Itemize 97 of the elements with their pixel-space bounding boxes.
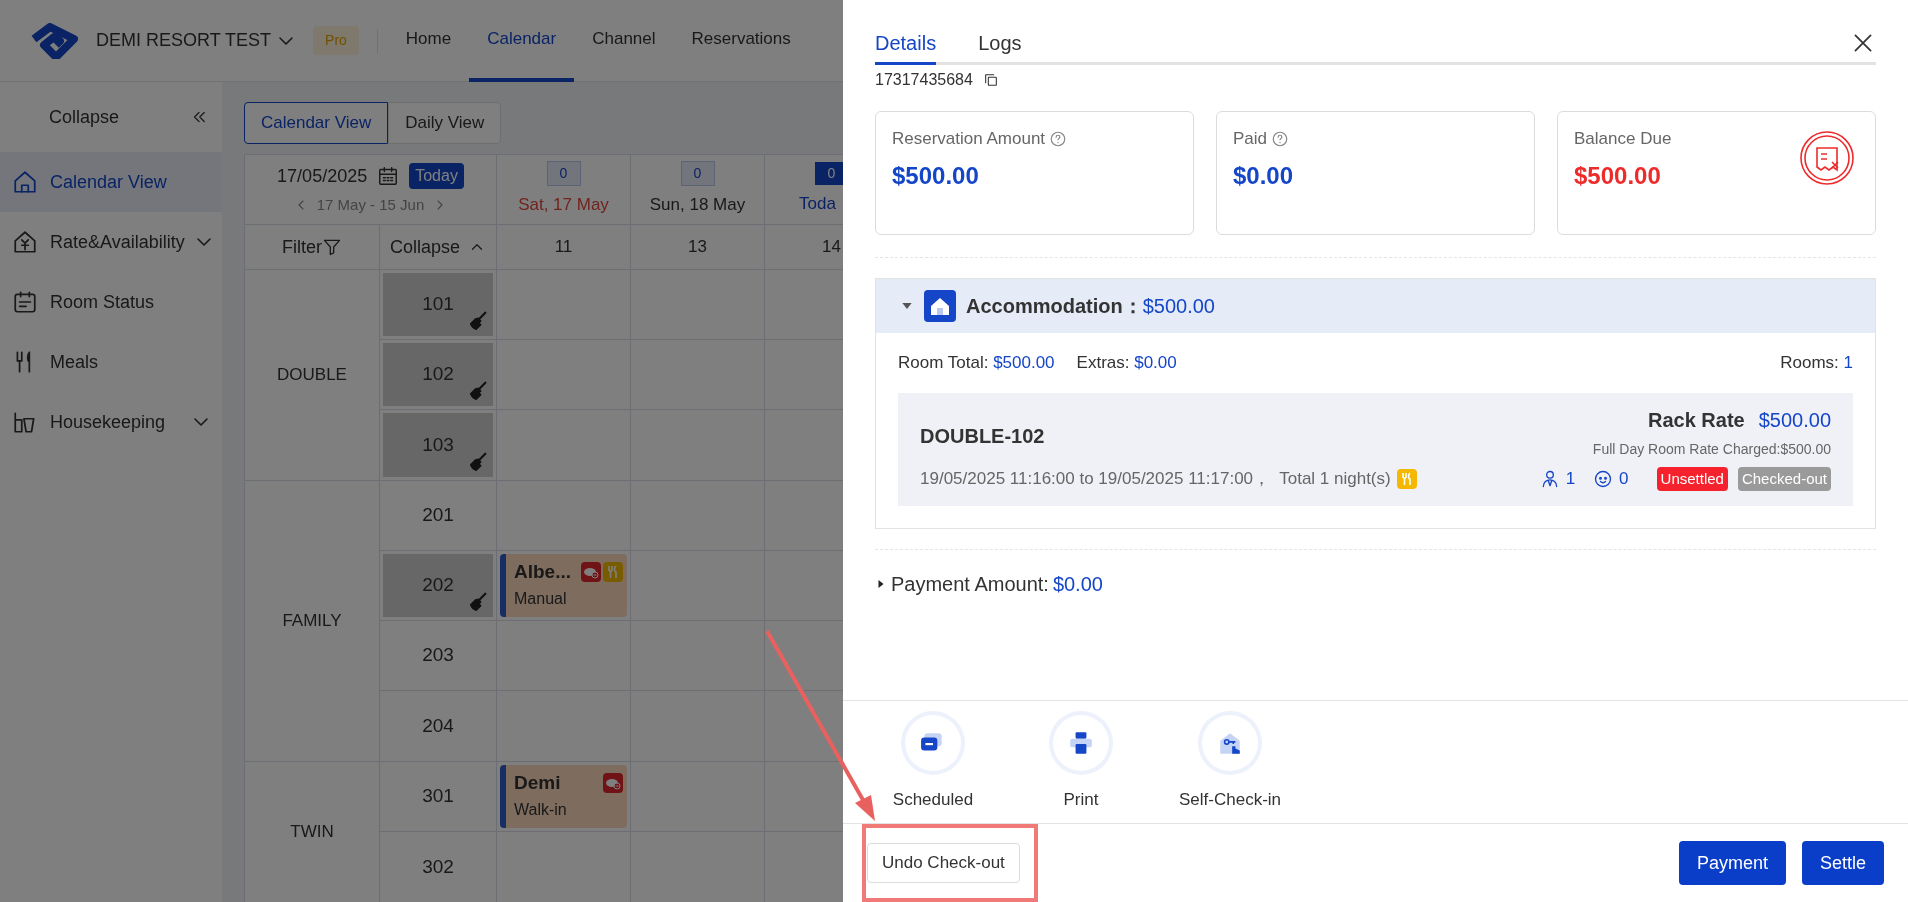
status-tag: Unsettled bbox=[1656, 466, 1728, 491]
room-name: DOUBLE-102 bbox=[920, 424, 1045, 449]
meal-icon bbox=[1396, 468, 1417, 489]
date-text: 17/05/2025 bbox=[277, 164, 368, 188]
home-icon bbox=[12, 169, 38, 195]
unpaid-icon bbox=[603, 773, 623, 794]
sidebar-item[interactable]: Room Status bbox=[0, 272, 222, 332]
booking-source: Manual bbox=[514, 588, 568, 609]
hotel-selector[interactable]: DEMI RESORT TEST bbox=[96, 27, 294, 54]
availability-count: 13 bbox=[688, 236, 707, 259]
day-label: Toda bbox=[799, 193, 836, 216]
payment-amount-toggle[interactable]: Payment Amount: $0.00 bbox=[875, 569, 1103, 599]
card-amount: $0.00 bbox=[1233, 160, 1294, 191]
view-tab[interactable]: Calendar View bbox=[244, 102, 389, 144]
plan-badge: Pro bbox=[313, 26, 359, 55]
help-icon[interactable] bbox=[1271, 129, 1290, 148]
room-type: DOUBLE bbox=[277, 364, 347, 387]
copy-icon[interactable] bbox=[982, 72, 999, 88]
day-label: Sun, 18 May bbox=[649, 194, 746, 217]
collapse-label: Collapse bbox=[49, 105, 120, 129]
drawer-tab[interactable]: Details bbox=[875, 28, 937, 65]
adult-count: 1 bbox=[1565, 468, 1576, 490]
date-range: 17 May - 15 Jun bbox=[316, 194, 425, 215]
printer-icon bbox=[1053, 715, 1109, 771]
invoice-stamp-icon bbox=[1799, 130, 1855, 186]
booking-bar[interactable]: Albe... Manual bbox=[500, 554, 627, 617]
availability-count: 11 bbox=[554, 236, 573, 259]
logo-icon bbox=[30, 22, 78, 59]
view-tab[interactable]: Daily View bbox=[388, 102, 502, 144]
room-cell[interactable]: 103 bbox=[383, 413, 493, 477]
card-label: Paid bbox=[1233, 128, 1268, 150]
sidebar-item[interactable]: Meals bbox=[0, 332, 222, 392]
day-label: Sat, 17 May bbox=[518, 194, 609, 217]
action-button[interactable]: Self-Check-in bbox=[1179, 715, 1282, 813]
nav-tab[interactable]: Home bbox=[387, 0, 470, 82]
stay-dates: 19/05/2025 11:16:00 to 19/05/2025 11:17:00， Total 1 night(s) bbox=[920, 468, 1391, 490]
room-total: Room Total: $500.00 bbox=[898, 352, 1055, 375]
caret-icon bbox=[279, 36, 294, 45]
card-label: Reservation Amount bbox=[892, 128, 1046, 150]
filter-icon bbox=[322, 237, 342, 257]
nav-tab[interactable]: Channel bbox=[574, 0, 674, 82]
broom-icon bbox=[467, 591, 489, 613]
room-type: FAMILY bbox=[282, 610, 342, 633]
room-cell[interactable]: 203 bbox=[383, 624, 493, 687]
room-cell[interactable]: 202 bbox=[383, 554, 493, 617]
card-label: Balance Due bbox=[1574, 128, 1672, 150]
broom-icon bbox=[467, 451, 489, 473]
drawer-tab[interactable]: Logs bbox=[978, 28, 1022, 65]
collapse-button[interactable]: Collapse bbox=[389, 233, 486, 261]
rate-label: Rack Rate bbox=[1648, 408, 1745, 433]
house-key-hand-icon bbox=[1202, 715, 1258, 771]
room-cell[interactable]: 201 bbox=[383, 484, 493, 547]
today-button[interactable]: Today bbox=[409, 163, 464, 190]
room-cell[interactable]: 204 bbox=[383, 694, 493, 758]
availability-count: 14 bbox=[822, 236, 841, 259]
room-type: TWIN bbox=[290, 821, 334, 844]
booking-bar[interactable]: Demi Walk-in bbox=[500, 765, 627, 828]
status-tag: Checked-out bbox=[1737, 466, 1831, 491]
help-icon[interactable] bbox=[1049, 129, 1068, 148]
guest-name: Albe... bbox=[514, 560, 571, 584]
filter-button[interactable]: Filter bbox=[282, 233, 342, 261]
room-cell[interactable]: 302 bbox=[383, 835, 493, 899]
section-amount: $500.00 bbox=[1142, 294, 1215, 319]
house-yen-icon bbox=[12, 229, 38, 255]
house-icon bbox=[924, 290, 956, 322]
nav-tab[interactable]: Reservations bbox=[673, 0, 809, 82]
footer-button[interactable]: Payment bbox=[1678, 841, 1786, 885]
calendar-list-icon bbox=[12, 289, 38, 315]
undo-checkout-button[interactable]: Undo Check-out bbox=[867, 843, 1020, 883]
card-amount: $500.00 bbox=[892, 160, 979, 191]
room-cell[interactable]: 101 bbox=[383, 273, 493, 336]
room-cell[interactable]: 102 bbox=[383, 343, 493, 406]
unpaid-icon bbox=[581, 562, 601, 583]
count-badge: 0 bbox=[546, 161, 581, 187]
child-icon bbox=[1593, 468, 1614, 489]
booking-source: Walk-in bbox=[514, 799, 568, 820]
section-title: Accommodation： bbox=[966, 294, 1143, 319]
action-button[interactable]: Scheduled bbox=[883, 715, 983, 813]
guest-name: Demi bbox=[514, 771, 561, 795]
calendar-icon[interactable] bbox=[377, 165, 400, 188]
action-button[interactable]: Print bbox=[1031, 715, 1131, 813]
rate-amount: $500.00 bbox=[1758, 408, 1831, 433]
card-amount: $500.00 bbox=[1574, 160, 1661, 191]
extras-total: Extras: $0.00 bbox=[1076, 352, 1177, 375]
room-cell[interactable]: 301 bbox=[383, 765, 493, 828]
chat-bubble-icon bbox=[905, 715, 961, 771]
sidebar-item[interactable]: Calendar View bbox=[0, 152, 222, 212]
footer-button[interactable]: Settle bbox=[1801, 841, 1884, 885]
count-badge: 0 bbox=[680, 161, 715, 187]
broom-icon bbox=[467, 310, 489, 332]
rate-note: Full Day Room Rate Charged:$500.00 bbox=[1592, 440, 1831, 459]
phone-number: 17317435684 bbox=[875, 70, 973, 90]
broom-icon bbox=[467, 380, 489, 402]
sidebar-item[interactable]: Rate&Availability bbox=[0, 212, 222, 272]
sidebar-item[interactable]: Housekeeping bbox=[0, 392, 222, 452]
child-count: 0 bbox=[1619, 468, 1629, 490]
rooms-count: Rooms: 1 bbox=[1780, 352, 1853, 375]
